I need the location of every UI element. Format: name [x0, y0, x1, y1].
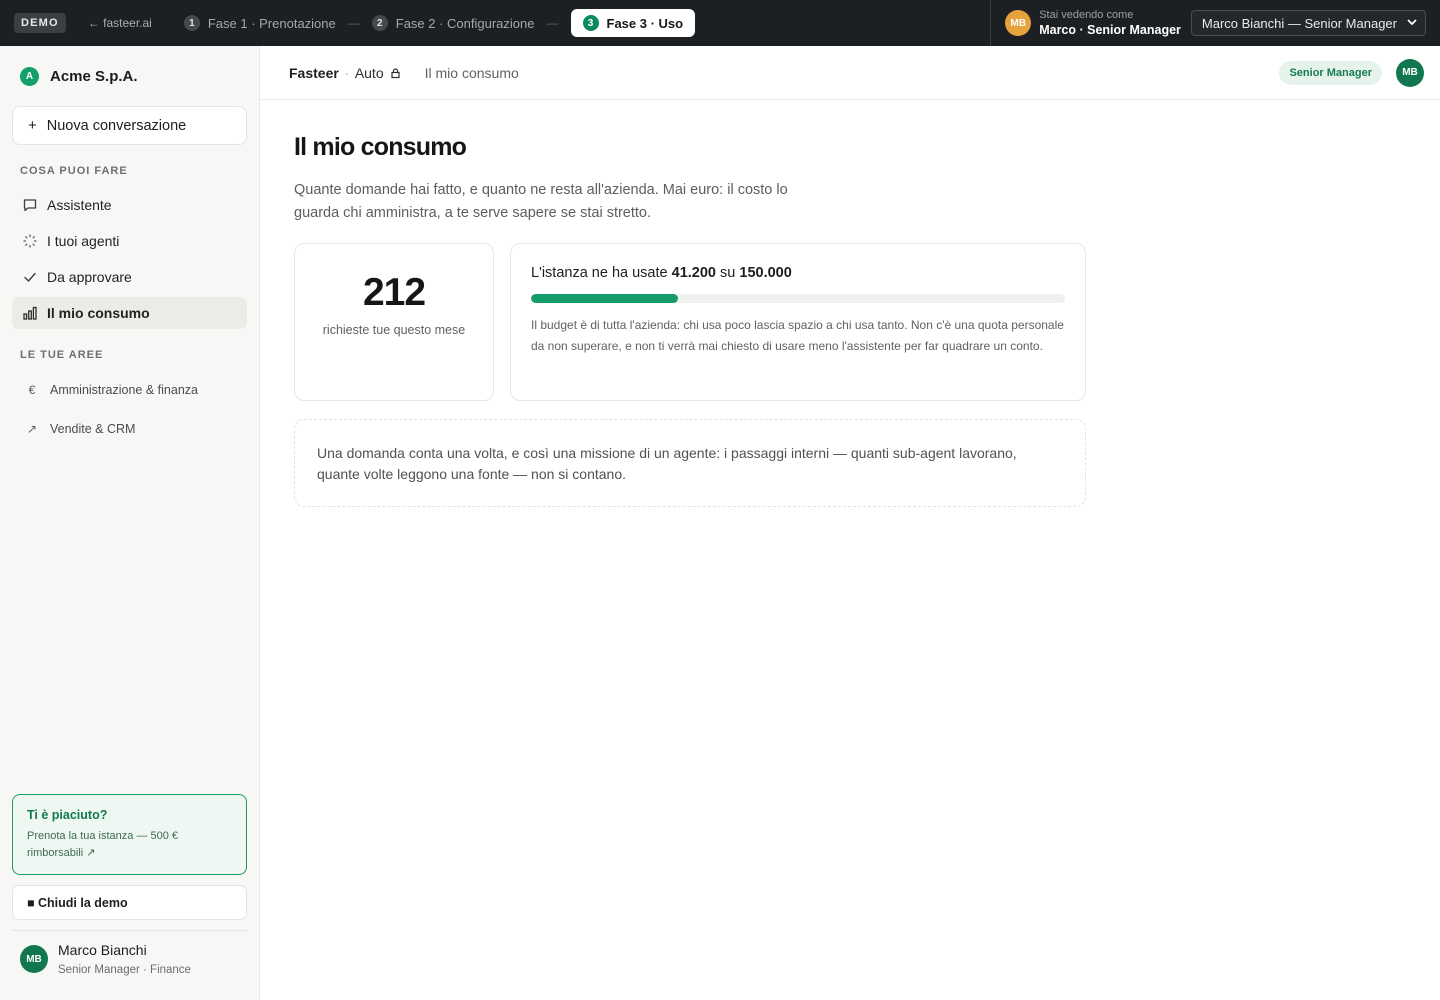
budget-used: 41.200: [671, 265, 716, 281]
sidebar-area-label: Amministrazione & finanza: [50, 383, 198, 397]
step-separator: —: [347, 16, 360, 30]
sidebar-area-amministrazione[interactable]: € Amministrazione & finanza: [12, 374, 247, 406]
step-number: 2: [371, 15, 388, 31]
sidebar-item-label: Da approvare: [47, 269, 132, 285]
request-count-value: 212: [362, 271, 426, 314]
user-info: Marco Bianchi Senior Manager · Finance: [58, 942, 191, 976]
org-name: Acme S.p.A.: [50, 68, 138, 85]
viewing-as-name: Marco · Senior Manager: [1039, 23, 1181, 37]
request-count-label: richieste tue questo mese: [322, 323, 466, 337]
page-description: Quante domande hai fatto, e quanto ne re…: [294, 182, 788, 221]
user-card[interactable]: MB Marco Bianchi Senior Manager · Financ…: [20, 942, 191, 976]
avatar: MB: [20, 945, 48, 973]
step-label: Fase 3 · Uso: [606, 15, 684, 31]
budget-progress-fill: [531, 294, 678, 303]
budget-mid: su: [720, 265, 736, 281]
step-label: Fase 2 · Configurazione: [395, 15, 535, 31]
step-separator: —: [546, 16, 559, 30]
phase-steps: 1 Fase 1 · Prenotazione — 2 Fase 2 · Con…: [183, 9, 696, 37]
sidebar-item-label: Assistente: [47, 197, 112, 213]
role-select[interactable]: Marco Bianchi — Senior Manager: [1190, 10, 1426, 36]
breadcrumb-separator: ·: [344, 65, 349, 80]
role-select-value: Marco Bianchi — Senior Manager: [1201, 15, 1397, 31]
org-header: A Acme S.p.A.: [20, 67, 138, 86]
section-label-actions: COSA PUOI FARE: [20, 165, 128, 177]
budget-total: 150.000: [739, 265, 792, 281]
spinner-dots-icon: [22, 233, 38, 249]
user-name: Marco Bianchi: [58, 942, 147, 958]
checkmark-icon: [22, 269, 38, 285]
demo-topbar: DEMO ← fasteer.ai 1 Fase 1 · Prenotazion…: [0, 0, 1440, 46]
main-header: Fasteer · Auto Il mio consumo Senior Man…: [260, 46, 1440, 100]
breadcrumb-page: Il mio consumo: [424, 64, 519, 81]
promo-title: Ti è piaciuto?: [27, 808, 108, 822]
request-count-card: 212 richieste tue questo mese: [294, 243, 494, 401]
breadcrumb-app[interactable]: Fasteer: [289, 65, 339, 81]
sidebar-item-label: Il mio consumo: [47, 305, 150, 321]
step-phase-2[interactable]: 2 Fase 2 · Configurazione: [371, 9, 535, 37]
sidebar-item-label: I tuoi agenti: [47, 233, 120, 249]
counting-note-card: Una domanda conta una volta, e così una …: [294, 419, 1086, 507]
sidebar-item-agenti[interactable]: I tuoi agenti: [12, 225, 247, 257]
viewing-as: MB Stai vedendo come Marco · Senior Mana…: [990, 0, 1440, 46]
budget-prefix: L'istanza ne ha usate: [531, 265, 668, 281]
new-conversation-label: Nuova conversazione: [46, 117, 187, 134]
divider: [12, 930, 247, 931]
promo-card[interactable]: Ti è piaciuto? Prenota la tua istanza — …: [12, 794, 247, 875]
sidebar-item-assistente[interactable]: Assistente: [12, 189, 247, 221]
lock-icon: [390, 67, 401, 79]
budget-note: Il budget è di tutta l'azienda: chi usa …: [531, 318, 1064, 353]
viewing-as-label: Stai vedendo come: [1039, 9, 1134, 21]
viewing-avatar: MB: [1005, 10, 1032, 36]
budget-card: L'istanza ne ha usate 41.200 su 150.000 …: [510, 243, 1086, 401]
plus-icon: +: [28, 117, 37, 134]
step-phase-1[interactable]: 1 Fase 1 · Prenotazione: [183, 9, 336, 37]
section-label-areas: LE TUE AREE: [20, 349, 104, 361]
budget-summary: L'istanza ne ha usate 41.200 su 150.000: [531, 265, 1065, 281]
step-number: 1: [183, 15, 200, 31]
step-label: Fase 1 · Prenotazione: [207, 15, 336, 31]
page-title: Il mio consumo: [294, 133, 467, 161]
avatar[interactable]: MB: [1396, 58, 1424, 87]
breadcrumb-mode: Auto: [354, 64, 384, 81]
step-phase-3[interactable]: 3 Fase 3 · Uso: [570, 9, 696, 37]
org-logo: A: [20, 67, 39, 86]
viewing-as-text: Stai vedendo come Marco · Senior Manager: [1039, 8, 1181, 38]
sidebar: A Acme S.p.A. + Nuova conversazione COSA…: [0, 46, 260, 1000]
demo-badge: DEMO: [14, 13, 66, 33]
promo-text: Prenota la tua istanza — 500 € rimborsab…: [27, 830, 179, 859]
back-to-site-link[interactable]: ← fasteer.ai: [88, 16, 152, 30]
user-role: Senior Manager · Finance: [58, 964, 191, 976]
role-badge: Senior Manager: [1279, 60, 1382, 85]
budget-progress-bar: [531, 294, 1065, 303]
chat-bubble-icon: [22, 197, 38, 213]
sidebar-item-il-mio-consumo[interactable]: Il mio consumo: [12, 297, 247, 329]
chevron-down-icon: [1407, 18, 1417, 29]
trend-arrow-icon: ↗: [26, 422, 38, 436]
close-demo-button[interactable]: ■ Chiudi la demo: [12, 885, 247, 920]
new-conversation-button[interactable]: + Nuova conversazione: [12, 106, 247, 145]
sidebar-item-da-approvare[interactable]: Da approvare: [12, 261, 247, 293]
bar-chart-icon: [22, 305, 38, 321]
sidebar-area-vendite[interactable]: ↗ Vendite & CRM: [12, 413, 247, 445]
euro-icon: €: [28, 383, 36, 397]
step-number: 3: [582, 15, 599, 31]
sidebar-area-label: Vendite & CRM: [50, 422, 136, 436]
